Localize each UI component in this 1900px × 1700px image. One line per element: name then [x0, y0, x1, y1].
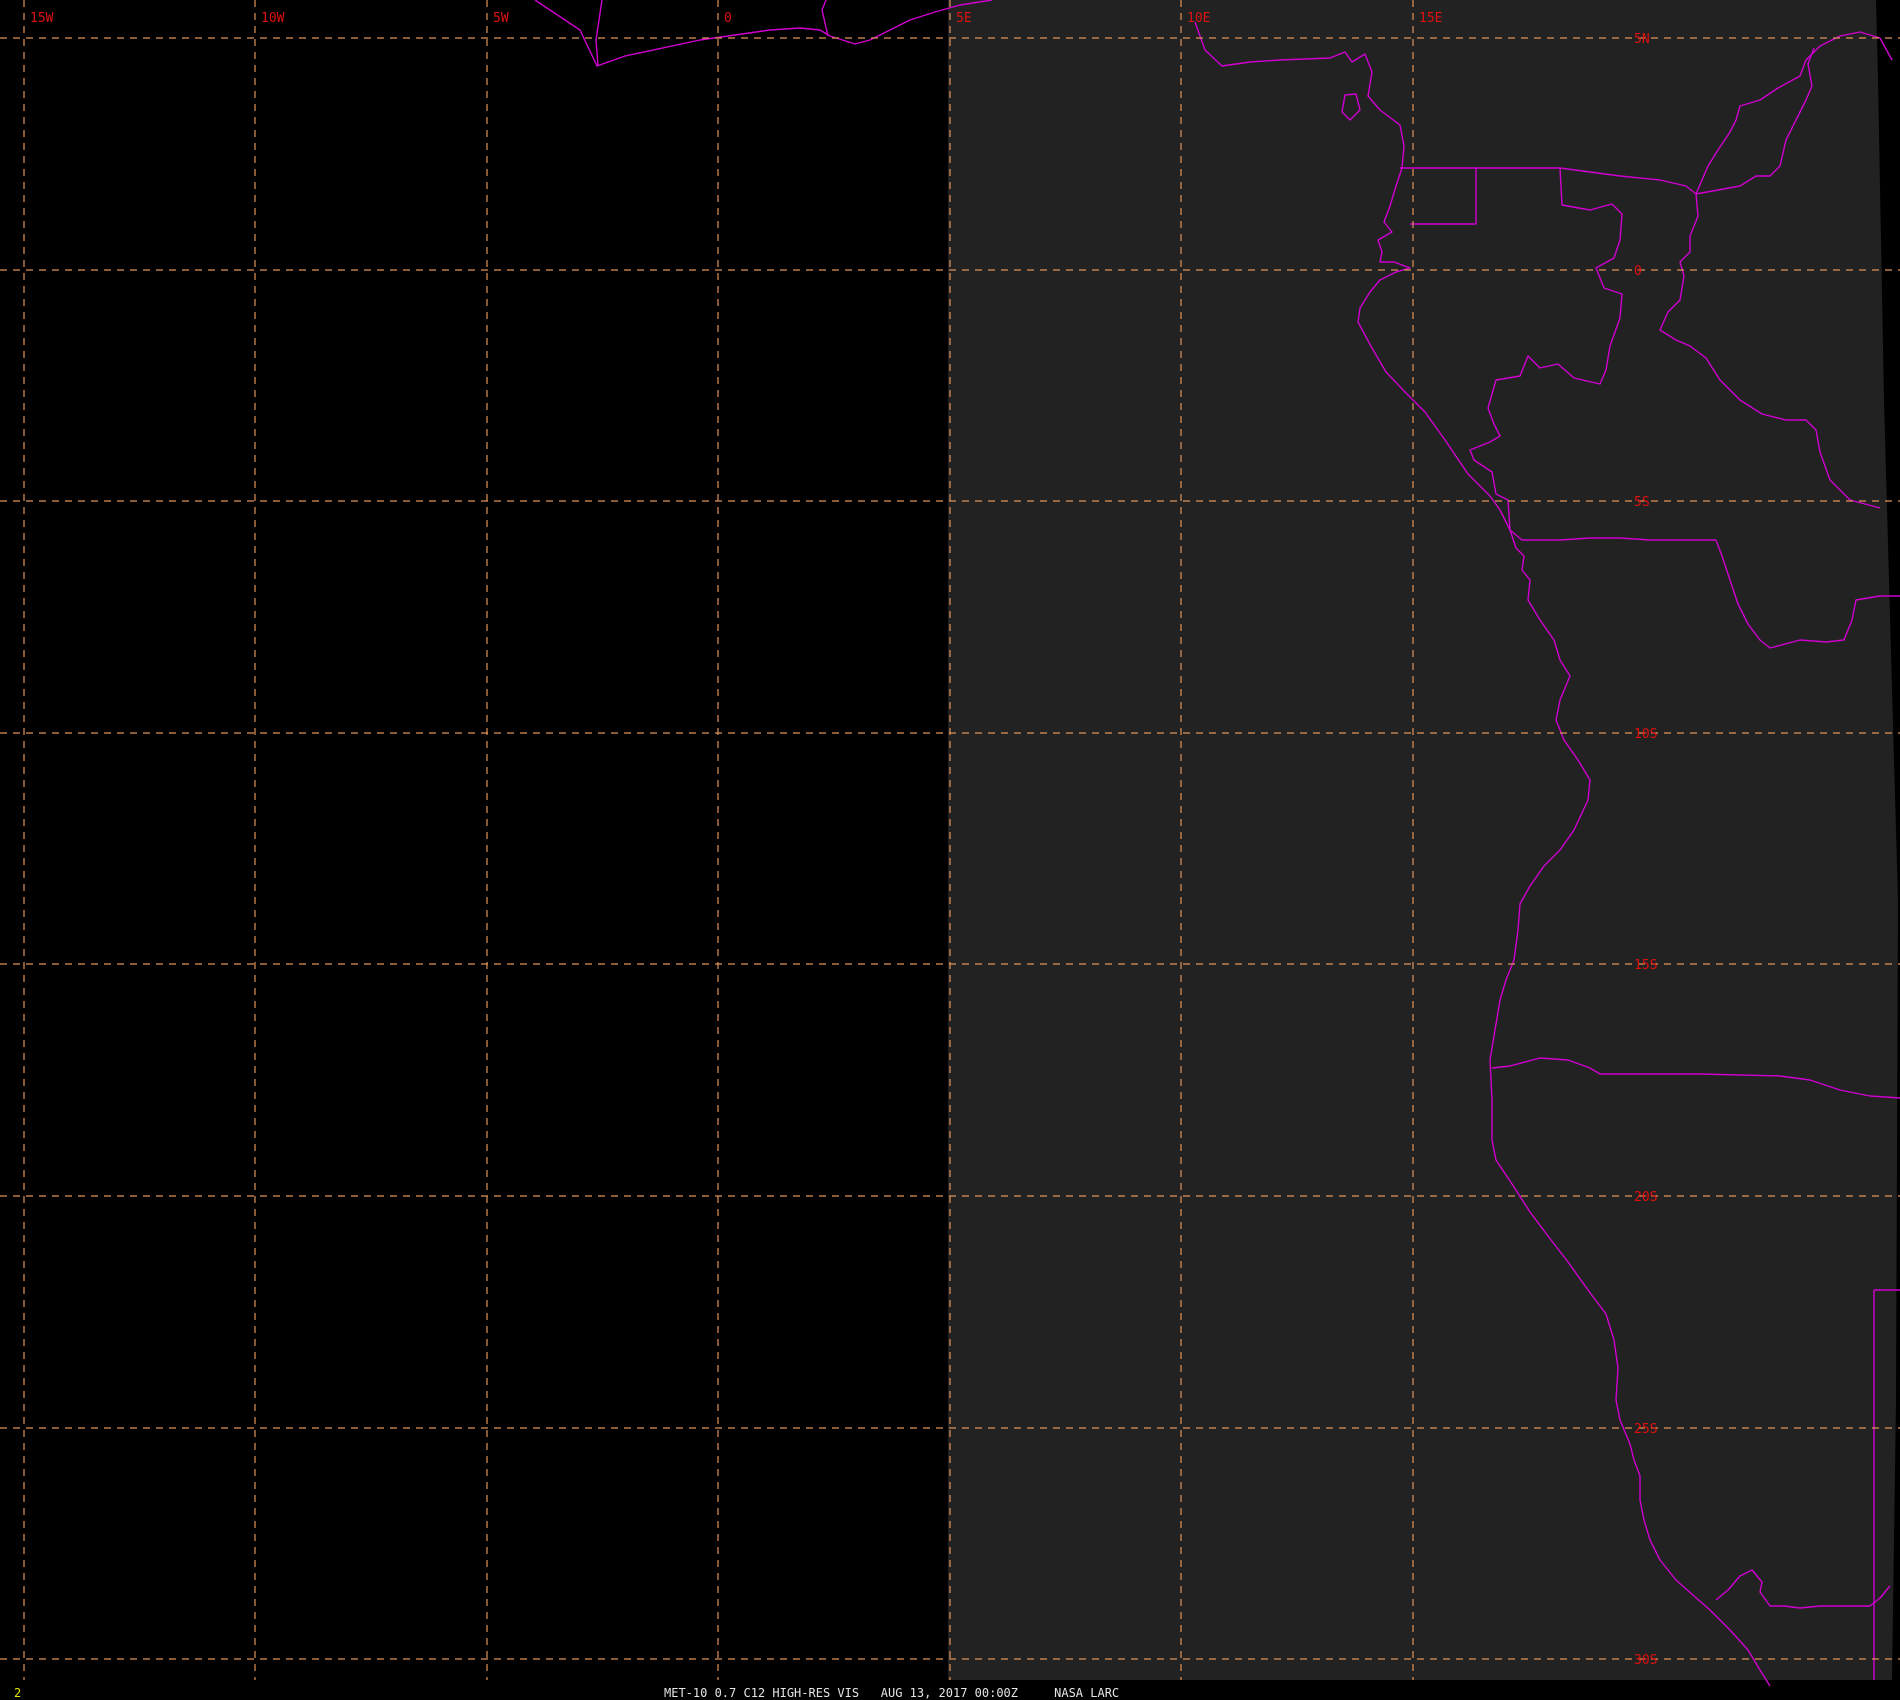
image-caption: MET-10 0.7 C12 HIGH-RES VIS AUG 13, 2017… — [664, 1686, 1119, 1700]
longitude-label: 5E — [956, 11, 972, 26]
longitude-label: 0 — [724, 11, 732, 26]
latitude-label: 5N — [1634, 32, 1650, 47]
longitude-label: 10W — [261, 11, 285, 26]
frame-number: 2 — [14, 1686, 21, 1700]
latitude-label: 25S — [1634, 1422, 1657, 1437]
longitude-label: 15W — [30, 11, 54, 26]
latitude-label: 0 — [1634, 264, 1642, 279]
longitude-label: 15E — [1419, 11, 1442, 26]
longitude-label: 10E — [1187, 11, 1210, 26]
latitude-label: 5S — [1634, 495, 1650, 510]
latitude-label: 15S — [1634, 958, 1657, 973]
longitude-label: 5W — [493, 11, 509, 26]
latitude-label: 20S — [1634, 1190, 1657, 1205]
latitude-label: 10S — [1634, 727, 1657, 742]
satellite-map: 15W 10W 5W 0 5E 10E 15E5N05S10S15S20S25S30S 2 … — [0, 0, 1900, 1700]
latitude-label: 30S — [1634, 1653, 1657, 1668]
